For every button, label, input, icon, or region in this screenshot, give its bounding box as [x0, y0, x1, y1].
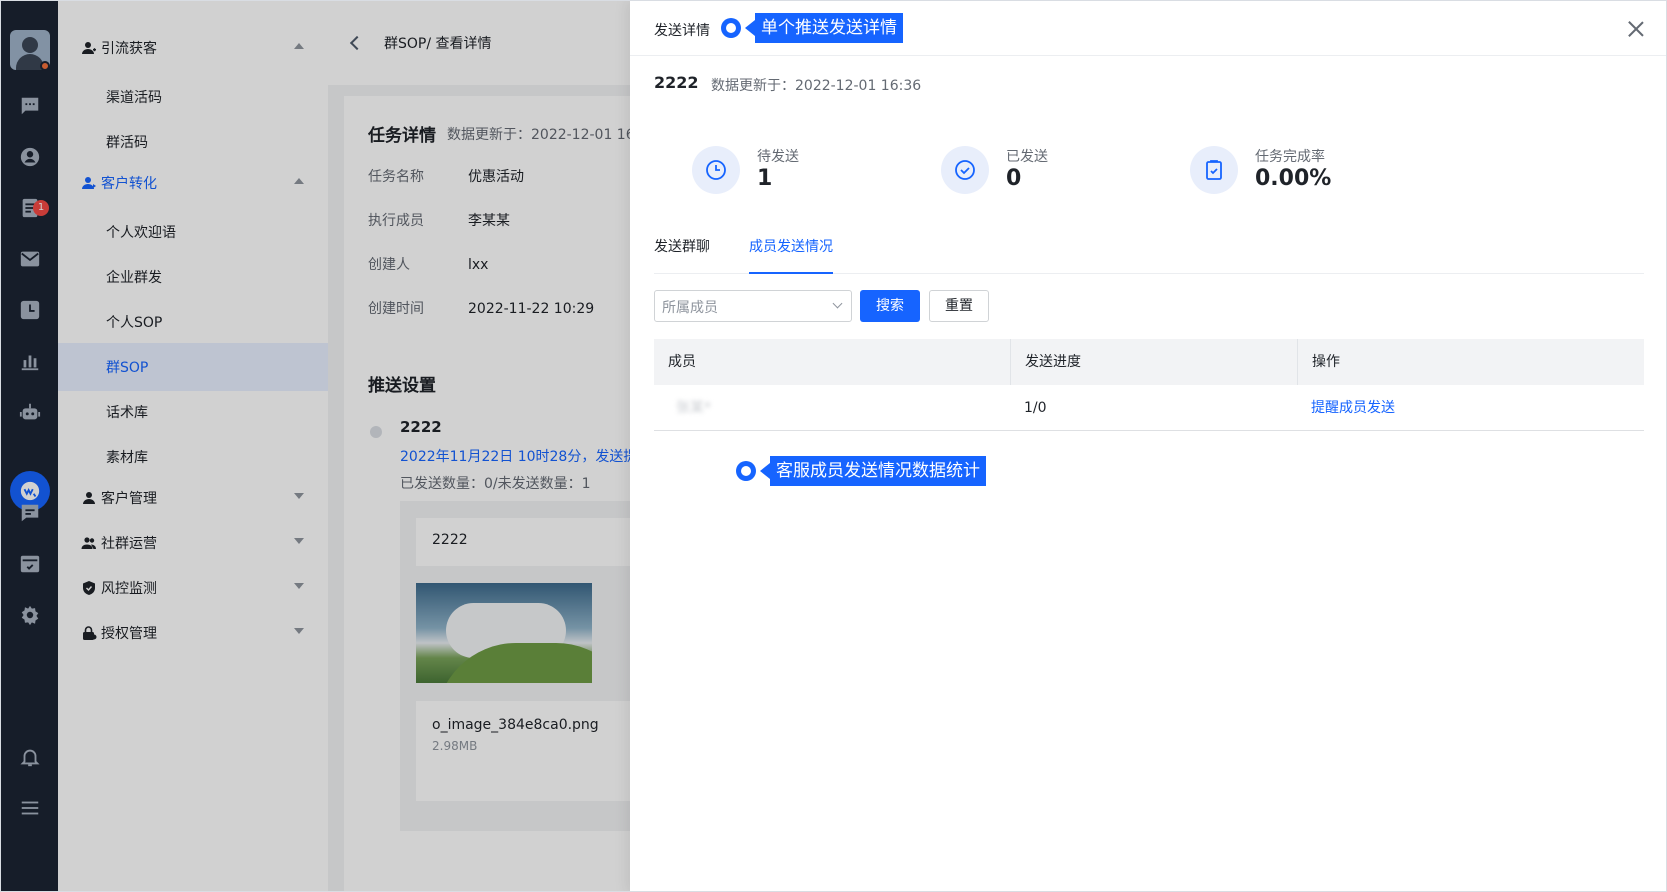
overlay-mask [58, 1, 328, 891]
close-icon[interactable] [1628, 21, 1644, 37]
stat-label: 已发送 [1006, 149, 1048, 165]
table-header: 成员 发送进度 操作 [654, 339, 1644, 385]
callout-arrow [760, 463, 770, 479]
stat-label: 任务完成率 [1255, 149, 1325, 165]
callout-send-detail: 单个推送发送详情 [721, 13, 903, 43]
callout-marker-icon [721, 18, 741, 38]
reset-button[interactable]: 重置 [929, 290, 989, 322]
search-button[interactable]: 搜索 [860, 290, 920, 322]
send-progress: 1/0 [1024, 400, 1047, 416]
column-header: 发送进度 [1010, 339, 1297, 385]
clipboard-check-icon [1190, 146, 1238, 194]
member-name: 张某* [676, 400, 711, 416]
chevron-down-icon [832, 298, 843, 309]
app-window: 1 引流获客 渠道活码 群活码 客户转化 个人欢迎语 企业群发 个人SOP 群S… [0, 0, 1667, 892]
side-menu: 引流获客 渠道活码 群活码 客户转化 个人欢迎语 企业群发 个人SOP 群SOP… [58, 1, 328, 891]
select-placeholder: 所属成员 [662, 300, 718, 316]
member-select[interactable]: 所属成员 [654, 290, 852, 322]
clock-icon [692, 146, 740, 194]
column-header: 操作 [1297, 339, 1644, 385]
callout-text: 客服成员发送情况数据统计 [770, 456, 986, 486]
detail-tabs: 发送群聊 成员发送情况 [654, 229, 1644, 274]
callout-text: 单个推送发送详情 [755, 13, 903, 43]
tab-member-status[interactable]: 成员发送情况 [749, 236, 833, 274]
icon-rail: 1 [1, 1, 58, 891]
stat-label: 待发送 [757, 149, 799, 165]
tab-group-chats[interactable]: 发送群聊 [654, 236, 710, 274]
send-detail-drawer: 发送详情 2222 数据更新于：2022-12-01 16:36 待发送 1 已… [630, 1, 1666, 891]
check-circle-icon [941, 146, 989, 194]
column-header: 成员 [668, 354, 696, 370]
stat-value: 0 [1006, 166, 1022, 191]
overlay-mask [1, 1, 58, 891]
stat-value: 1 [757, 166, 773, 191]
callout-marker-icon [736, 461, 756, 481]
sop-name: 2222 [654, 73, 699, 92]
table-row: 张某* 1/0 提醒成员发送 [654, 385, 1644, 431]
callout-member-stats: 客服成员发送情况数据统计 [736, 456, 986, 486]
stat-value: 0.00% [1255, 166, 1332, 191]
data-updated-time: 数据更新于：2022-12-01 16:36 [711, 78, 922, 94]
remind-member-link[interactable]: 提醒成员发送 [1297, 385, 1395, 431]
callout-arrow [745, 20, 755, 36]
drawer-title: 发送详情 [654, 23, 710, 39]
